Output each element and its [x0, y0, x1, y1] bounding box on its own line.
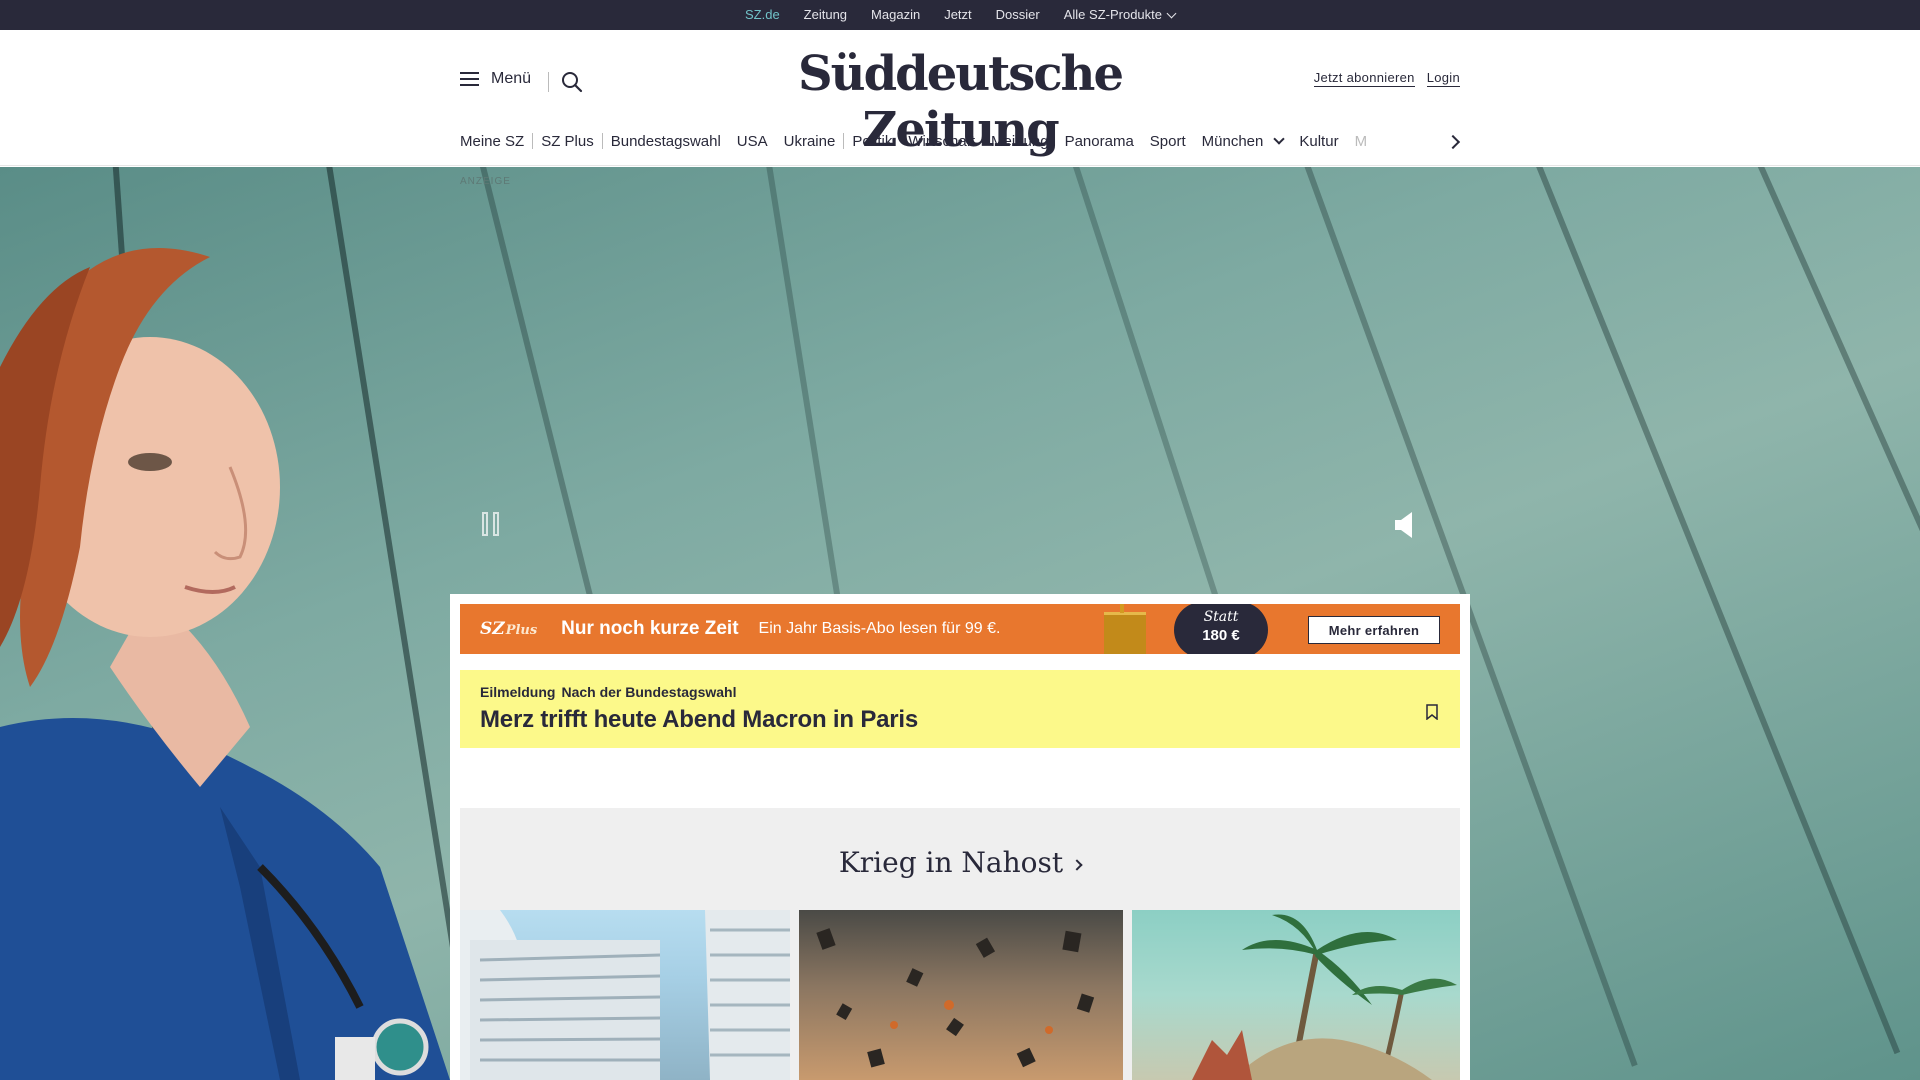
- badge-price: 180 €: [1202, 627, 1240, 644]
- nav-item-meinung[interactable]: Meinung: [983, 133, 1057, 150]
- teaser-image-1[interactable]: [460, 910, 790, 1080]
- site-header: Menü Süddeutsche Zeitung Jetzt abonniere…: [0, 30, 1920, 166]
- nav-item-bundestagswahl[interactable]: Bundestagswahl: [603, 133, 729, 150]
- account-links: Jetzt abonnieren Login: [1313, 70, 1460, 87]
- search-icon[interactable]: [560, 70, 584, 94]
- nav-item-meine-sz[interactable]: Meine SZ: [460, 133, 532, 150]
- nav-item-muenchen[interactable]: München: [1194, 133, 1292, 150]
- login-link[interactable]: Login: [1426, 70, 1460, 87]
- ad-person-image: [0, 248, 450, 1080]
- price-badge: Statt 180 €: [1174, 604, 1268, 654]
- nav-item-label: München: [1201, 132, 1264, 150]
- nav-item-wirtschaft[interactable]: Wirtschaft: [900, 133, 983, 150]
- nav-item-politik[interactable]: Politik: [844, 133, 900, 150]
- nav-item-sz-plus[interactable]: SZ Plus: [533, 133, 602, 150]
- products-dropdown-label: Alle SZ-Produkte: [1063, 7, 1162, 22]
- breaking-topic: Nach der Bundestagswahl: [561, 684, 737, 700]
- nav-item-sport[interactable]: Sport: [1142, 133, 1194, 150]
- header-divider: [548, 72, 549, 92]
- chevron-down-icon: [1166, 8, 1177, 18]
- nav-item-panorama[interactable]: Panorama: [1057, 133, 1142, 150]
- nav-item-truncated[interactable]: M: [1347, 133, 1376, 150]
- section-title: Krieg in Nahost: [838, 846, 1064, 879]
- teaser-image-3[interactable]: [1132, 910, 1460, 1080]
- section-title-link[interactable]: Krieg in Nahost: [460, 846, 1460, 879]
- main-content: SZPlus Nur noch kurze Zeit Ein Jahr Basi…: [450, 594, 1470, 1080]
- mehr-erfahren-button[interactable]: Mehr erfahren: [1308, 616, 1440, 644]
- nav-item-kultur[interactable]: Kultur: [1291, 133, 1346, 150]
- breaking-news-teaser[interactable]: Eilmeldung Nach der Bundestagswahl Merz t…: [460, 670, 1460, 748]
- topbar-link-szde[interactable]: SZ.de: [733, 0, 792, 30]
- menu-label: Menü: [491, 70, 532, 87]
- main-nav: Meine SZ SZ Plus Bundestagswahl USA Ukra…: [460, 126, 1460, 156]
- breaking-label: Eilmeldung: [480, 684, 556, 700]
- badge-statt: Statt: [1203, 609, 1239, 625]
- promo-subline: Ein Jahr Basis-Abo lesen für 99 €.: [758, 620, 1001, 637]
- pause-icon[interactable]: [482, 512, 502, 536]
- speaker-icon[interactable]: [1394, 510, 1418, 540]
- nav-item-ukraine[interactable]: Ukraine: [776, 133, 844, 150]
- breaking-kicker: Eilmeldung Nach der Bundestagswahl: [480, 684, 1440, 700]
- topbar-products-dropdown[interactable]: Alle SZ-Produkte: [1052, 0, 1187, 30]
- topbar-link-dossier[interactable]: Dossier: [984, 0, 1052, 30]
- nav-item-usa[interactable]: USA: [729, 133, 776, 150]
- menu-button[interactable]: Menü: [460, 70, 531, 88]
- hamburger-icon: [460, 72, 479, 86]
- topbar-link-zeitung[interactable]: Zeitung: [792, 0, 859, 30]
- teaser-image-2[interactable]: [799, 910, 1123, 1080]
- bookmark-icon[interactable]: [1426, 704, 1438, 721]
- topbar-link-jetzt[interactable]: Jetzt: [932, 0, 983, 30]
- nav-scroll-right-icon[interactable]: [1448, 134, 1460, 148]
- section-krieg-in-nahost: Krieg in Nahost: [460, 808, 1460, 1080]
- ballot-box-illustration: [1104, 604, 1146, 654]
- top-bar: SZ.de Zeitung Magazin Jetzt Dossier Alle…: [0, 0, 1920, 30]
- ad-label: ANZEIGE: [460, 176, 511, 187]
- subscribe-link[interactable]: Jetzt abonnieren: [1313, 70, 1415, 87]
- chevron-right-icon: [1071, 858, 1083, 871]
- chevron-down-icon: [1273, 133, 1286, 145]
- breaking-headline: Merz trifft heute Abend Macron in Paris: [480, 706, 919, 733]
- topbar-link-magazin[interactable]: Magazin: [859, 0, 932, 30]
- promo-headline: Nur noch kurze Zeit: [561, 618, 739, 639]
- sz-plus-promo-banner[interactable]: SZPlus Nur noch kurze Zeit Ein Jahr Basi…: [460, 604, 1460, 654]
- sz-plus-logo: SZPlus: [480, 619, 538, 639]
